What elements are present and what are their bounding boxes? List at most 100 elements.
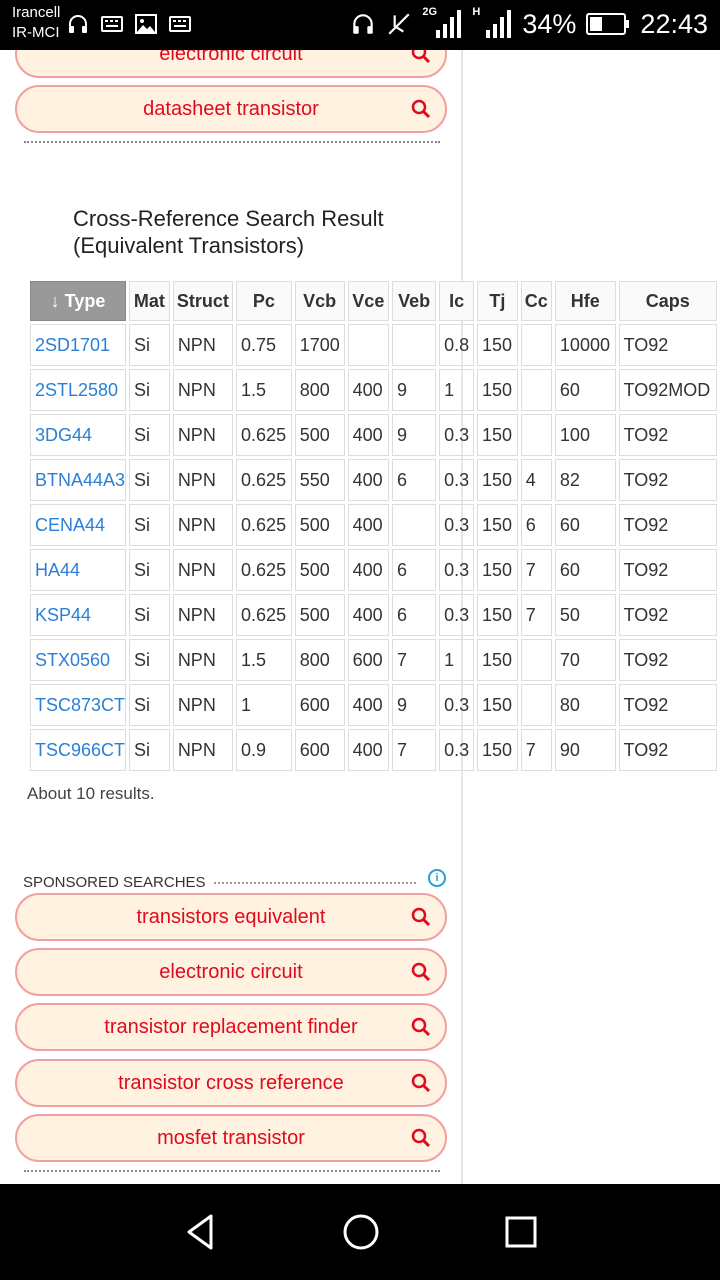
transistor-type-link[interactable]: KSP44 [30, 594, 127, 636]
table-cell: 150 [477, 684, 518, 726]
mute-icon [388, 13, 410, 35]
table-cell: Si [129, 504, 170, 546]
table-cell: 6 [392, 549, 437, 591]
table-cell: 0.625 [236, 459, 292, 501]
image-icon [135, 14, 157, 34]
clock: 22:43 [640, 8, 708, 39]
table-cell: 4 [520, 459, 552, 501]
sponsored-search-pill[interactable]: mosfet transistor [15, 1114, 447, 1162]
sponsored-search-pill[interactable]: transistors equivalent [15, 893, 447, 941]
table-cell: 150 [477, 324, 518, 366]
table-cell [347, 324, 390, 366]
sponsored-dotted-line [214, 882, 416, 884]
table-cell: Si [129, 684, 170, 726]
table-header-row: ↓ Type Mat Struct Pc Vcb Vce Veb Ic Tj Cc Hfe Caps [30, 281, 717, 321]
table-cell: 150 [477, 594, 518, 636]
search-pill-label: transistors equivalent [136, 905, 326, 928]
info-icon[interactable]: i [428, 869, 446, 887]
table-cell: 150 [477, 504, 518, 546]
table-row: 2SD1701 Si NPN 0.75 1700 0.8 150 10000 TO92 [30, 324, 717, 366]
table-cell: NPN [172, 729, 234, 771]
table-cell: 7 [520, 549, 552, 591]
column-header[interactable]: ↓ Type [30, 281, 127, 321]
table-row: BTNA44A3 Si NPN 0.625 550 400 6 0.3 150 4 82 TO92 [30, 459, 717, 501]
table-cell: 1 [439, 639, 475, 681]
column-header[interactable]: Tj [477, 281, 518, 321]
search-pill-label: datasheet transistor [143, 97, 319, 120]
table-cell: 9 [392, 414, 437, 456]
transistor-type-link[interactable]: HA44 [30, 549, 127, 591]
table-cell: NPN [172, 504, 234, 546]
table-cell: 800 [294, 639, 345, 681]
table-cell: 7 [520, 594, 552, 636]
table-cell: 400 [347, 594, 390, 636]
transistor-type-link[interactable]: 3DG44 [30, 414, 127, 456]
table-cell: NPN [172, 459, 234, 501]
transistor-type-link[interactable]: TSC873CT [30, 684, 127, 726]
table-cell: 6 [520, 504, 552, 546]
table-cell: TO92 [618, 324, 717, 366]
search-pill-label: mosfet transistor [157, 1126, 305, 1149]
table-cell: NPN [172, 594, 234, 636]
transistor-type-link[interactable]: 2SD1701 [30, 324, 127, 366]
sponsored-search-pill[interactable]: transistor cross reference [15, 1059, 447, 1107]
carrier-line2: IR-MCI [12, 24, 60, 41]
table-cell: 100 [554, 414, 616, 456]
search-pill-datasheet-transistor[interactable]: datasheet transistor [15, 85, 447, 133]
table-cell: NPN [172, 639, 234, 681]
table-cell: 80 [554, 684, 616, 726]
table-cell: 400 [347, 369, 390, 411]
table-cell: 150 [477, 729, 518, 771]
sponsored-search-pill[interactable]: electronic circuit [15, 948, 447, 996]
table-cell: Si [129, 459, 170, 501]
column-header[interactable]: Hfe [554, 281, 616, 321]
column-header[interactable]: Ic [439, 281, 475, 321]
column-header[interactable]: Struct [172, 281, 234, 321]
table-cell: 1.5 [236, 369, 292, 411]
column-header[interactable]: Mat [129, 281, 170, 321]
table-cell: 550 [294, 459, 345, 501]
result-title-line2: (Equivalent Transistors) [73, 233, 305, 258]
table-cell: Si [129, 639, 170, 681]
table-cell: Si [129, 549, 170, 591]
search-pill-label: transistor cross reference [118, 1071, 344, 1094]
table-cell [520, 684, 552, 726]
table-cell: TO92 [618, 729, 717, 771]
column-header[interactable]: Vce [347, 281, 390, 321]
table-cell: Si [129, 729, 170, 771]
table-cell: TO92 [618, 594, 717, 636]
table-cell: 60 [554, 369, 616, 411]
transistor-type-link[interactable]: CENA44 [30, 504, 127, 546]
column-header[interactable]: Pc [236, 281, 292, 321]
column-header[interactable]: Veb [392, 281, 437, 321]
table-cell: NPN [172, 324, 234, 366]
back-triangle-icon[interactable] [177, 1208, 225, 1256]
transistor-type-link[interactable]: TSC966CT [30, 729, 127, 771]
home-circle-icon[interactable] [337, 1208, 385, 1256]
table-cell: 70 [554, 639, 616, 681]
signal-2g-icon: 2G [422, 6, 462, 40]
table-row: 3DG44 Si NPN 0.625 500 400 9 0.3 150 100 TO92 [30, 414, 717, 456]
transistor-type-link[interactable]: BTNA44A3 [30, 459, 127, 501]
transistor-type-link[interactable]: 2STL2580 [30, 369, 127, 411]
recents-square-icon[interactable] [497, 1208, 545, 1256]
system-status: 2G H 34% 22:43 [350, 6, 708, 40]
table-cell: 1 [439, 369, 475, 411]
table-cell: 7 [392, 639, 437, 681]
table-cell: 0.3 [439, 729, 475, 771]
sponsored-search-pill[interactable]: transistor replacement finder [15, 1003, 447, 1051]
column-header[interactable]: Cc [520, 281, 552, 321]
page-content: electronic circuit datasheet transistor … [0, 50, 720, 1184]
table-cell: 1.5 [236, 639, 292, 681]
column-header[interactable]: Vcb [294, 281, 345, 321]
transistor-type-link[interactable]: STX0560 [30, 639, 127, 681]
table-cell: 1700 [294, 324, 345, 366]
headphones-icon [353, 14, 374, 34]
result-title: Cross-Reference Search Result (Equivalen… [73, 205, 384, 259]
column-header[interactable]: Caps [618, 281, 717, 321]
table-cell: 1 [236, 684, 292, 726]
table-row: KSP44 Si NPN 0.625 500 400 6 0.3 150 7 50 TO92 [30, 594, 717, 636]
search-pill-electronic-circuit[interactable]: electronic circuit [15, 50, 447, 78]
battery-percent: 34% [522, 8, 577, 39]
search-pill-label: transistor replacement finder [104, 1015, 358, 1038]
